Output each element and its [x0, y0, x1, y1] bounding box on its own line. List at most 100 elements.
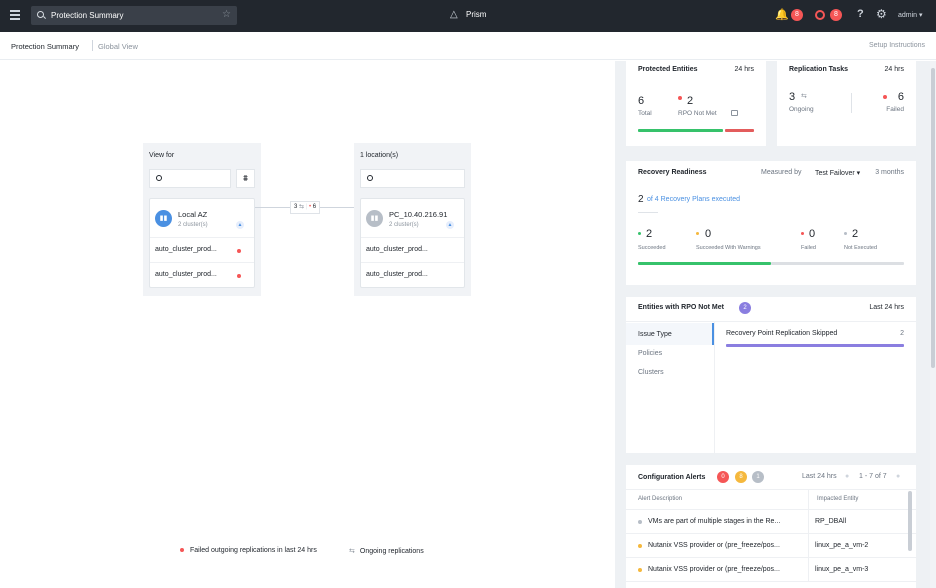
ongoing-icon: ⇆: [349, 548, 355, 555]
measured-by-dropdown[interactable]: Test Failover ▾: [815, 169, 860, 177]
table-row[interactable]: Nutanix VSS provider or (pre_freeze/pos.…: [626, 558, 917, 582]
global-view-link[interactable]: Global View: [98, 42, 138, 51]
star-icon[interactable]: ☆: [222, 9, 231, 20]
executed-count: 2: [638, 194, 644, 205]
severity-dot: [638, 520, 642, 524]
alerts-count-badge[interactable]: 8: [791, 9, 803, 21]
impacted-entity[interactable]: linux_pe_a_vm-2: [815, 542, 868, 549]
source-search-input[interactable]: [149, 169, 231, 188]
filter-button[interactable]: ⩩: [236, 169, 255, 188]
legend-failed-label: Failed outgoing replications in last 24 …: [190, 547, 317, 554]
top-bar: Protection Summary ☆ △ Prism 🔔 8 8 ? ⚙ ad…: [0, 0, 936, 32]
prev-page-icon[interactable]: ●: [845, 473, 849, 480]
tab-policies[interactable]: Policies: [638, 350, 662, 357]
failed-dot-icon: •: [308, 204, 312, 210]
setup-instructions-link[interactable]: Setup Instructions: [869, 42, 925, 49]
divider: [808, 490, 809, 509]
period-label: Last 24 hrs: [802, 473, 837, 480]
succeeded-count[interactable]: 2: [646, 228, 652, 240]
menu-icon[interactable]: [10, 10, 20, 20]
issue-name[interactable]: Recovery Point Replication Skipped: [726, 330, 837, 337]
warnings-count[interactable]: 0: [705, 228, 711, 240]
gear-icon[interactable]: ⚙: [876, 7, 887, 21]
failed-label: Failed: [801, 245, 816, 251]
not-executed-dot: [844, 232, 847, 235]
failed-count[interactable]: 0: [809, 228, 815, 240]
tab-issue-type[interactable]: Issue Type: [638, 331, 672, 338]
search-value: Protection Summary: [51, 11, 124, 20]
breadcrumb-divider: [92, 40, 93, 51]
bell-icon[interactable]: 🔔: [775, 8, 789, 21]
az-card-header: ▮▮ PC_10.40.216.91 2 cluster(s) ▲: [361, 199, 464, 238]
events-icon[interactable]: [815, 10, 825, 20]
collapse-icon[interactable]: ▲: [236, 221, 244, 229]
help-icon[interactable]: ?: [857, 8, 864, 20]
rpo-not-met-bar: [725, 129, 754, 132]
card-period: Last 24 hrs: [869, 304, 904, 311]
search-icon: [156, 175, 162, 181]
failed-dot-icon: [883, 95, 887, 99]
total-count[interactable]: 6: [638, 95, 644, 107]
critical-badge[interactable]: 0: [717, 471, 729, 483]
failed-status-dot: [237, 274, 241, 278]
executed-link[interactable]: of 4 Recovery Plans executed: [647, 196, 740, 203]
cluster-icon: ▮▮: [155, 210, 172, 227]
failed-count[interactable]: 6: [898, 91, 904, 103]
table-row[interactable]: VMs are part of multiple stages in the R…: [626, 510, 917, 534]
rpo-not-met-label: RPO Not Met: [678, 110, 717, 117]
table-scrollbar[interactable]: [908, 491, 912, 551]
group-title: 1 location(s): [360, 152, 399, 159]
az-name: Local AZ: [178, 210, 208, 219]
rpo-not-met-card: Entities with RPO Not Met 2 Last 24 hrs …: [626, 297, 916, 453]
group-title: View for: [149, 152, 175, 159]
list-item[interactable]: auto_cluster_prod...: [150, 263, 254, 288]
list-item[interactable]: auto_cluster_prod...: [150, 238, 254, 263]
divider: [714, 322, 715, 453]
list-item[interactable]: auto_cluster_prod...: [361, 263, 464, 288]
not-executed-count[interactable]: 2: [852, 228, 858, 240]
alert-description: Nutanix VSS provider or (pre_freeze/pos.…: [648, 566, 780, 573]
collapse-icon[interactable]: ▲: [446, 221, 454, 229]
warning-badge[interactable]: 8: [735, 471, 747, 483]
local-az-card[interactable]: ▮▮ Local AZ 2 cluster(s) ▲ auto_cluster_…: [149, 198, 255, 288]
events-count-badge[interactable]: 8: [830, 9, 842, 21]
replication-summary-label[interactable]: 3 ⇆ | • 6: [290, 201, 321, 214]
issue-count: 2: [900, 330, 904, 337]
panel-scrollbar[interactable]: [931, 68, 935, 368]
card-title: Replication Tasks: [789, 66, 849, 73]
impacted-entity[interactable]: RP_DBAll: [815, 518, 846, 525]
not-executed-bar: [771, 262, 904, 265]
source-group: View for ⩩ ▮▮ Local AZ 2 cluster(s) ▲ au…: [143, 143, 261, 296]
next-page-icon[interactable]: ●: [896, 473, 900, 480]
target-search-input[interactable]: [360, 169, 465, 188]
rpo-not-met-count[interactable]: 2: [687, 95, 693, 107]
breadcrumb: Protection Summary Global View Setup Ins…: [0, 32, 936, 60]
alert-description: Nutanix VSS provider or (pre_freeze/pos.…: [648, 542, 780, 549]
impacted-entity[interactable]: linux_pe_a_vm-3: [815, 566, 868, 573]
prism-logo-icon: △: [450, 9, 458, 20]
search-icon: [37, 11, 44, 18]
az-card-header: ▮▮ Local AZ 2 cluster(s) ▲: [150, 199, 254, 238]
search-input[interactable]: Protection Summary ☆: [31, 6, 237, 25]
column-header-description[interactable]: Alert Description: [638, 496, 682, 502]
tab-clusters[interactable]: Clusters: [638, 369, 664, 376]
period-dropdown[interactable]: 3 months: [875, 169, 904, 176]
list-item[interactable]: auto_cluster_prod...: [361, 238, 464, 263]
succeeded-label: Succeeded: [638, 245, 666, 251]
remote-az-card[interactable]: ▮▮ PC_10.40.216.91 2 cluster(s) ▲ auto_c…: [360, 198, 465, 288]
legend-failed: Failed outgoing replications in last 24 …: [180, 547, 317, 554]
user-menu[interactable]: admin ▾: [898, 11, 923, 19]
measured-by-value: Test Failover: [815, 170, 855, 177]
widgets-panel: Protected Entities 24 hrs 6 Total 2 RPO …: [615, 61, 936, 588]
legend-ongoing-label: Ongoing replications: [359, 548, 424, 555]
info-badge[interactable]: 1: [752, 471, 764, 483]
card-period: 24 hrs: [884, 66, 904, 73]
severity-dot: [638, 568, 642, 572]
cluster-name: auto_cluster_prod...: [366, 271, 428, 278]
column-header-entity[interactable]: Impacted Entity: [817, 496, 858, 502]
cluster-name: auto_cluster_prod...: [366, 246, 428, 253]
table-row[interactable]: Nutanix VSS provider or (pre_freeze/pos.…: [626, 534, 917, 558]
succeeded-dot: [638, 232, 641, 235]
info-icon[interactable]: [731, 110, 738, 116]
ongoing-count[interactable]: 3: [789, 91, 795, 103]
